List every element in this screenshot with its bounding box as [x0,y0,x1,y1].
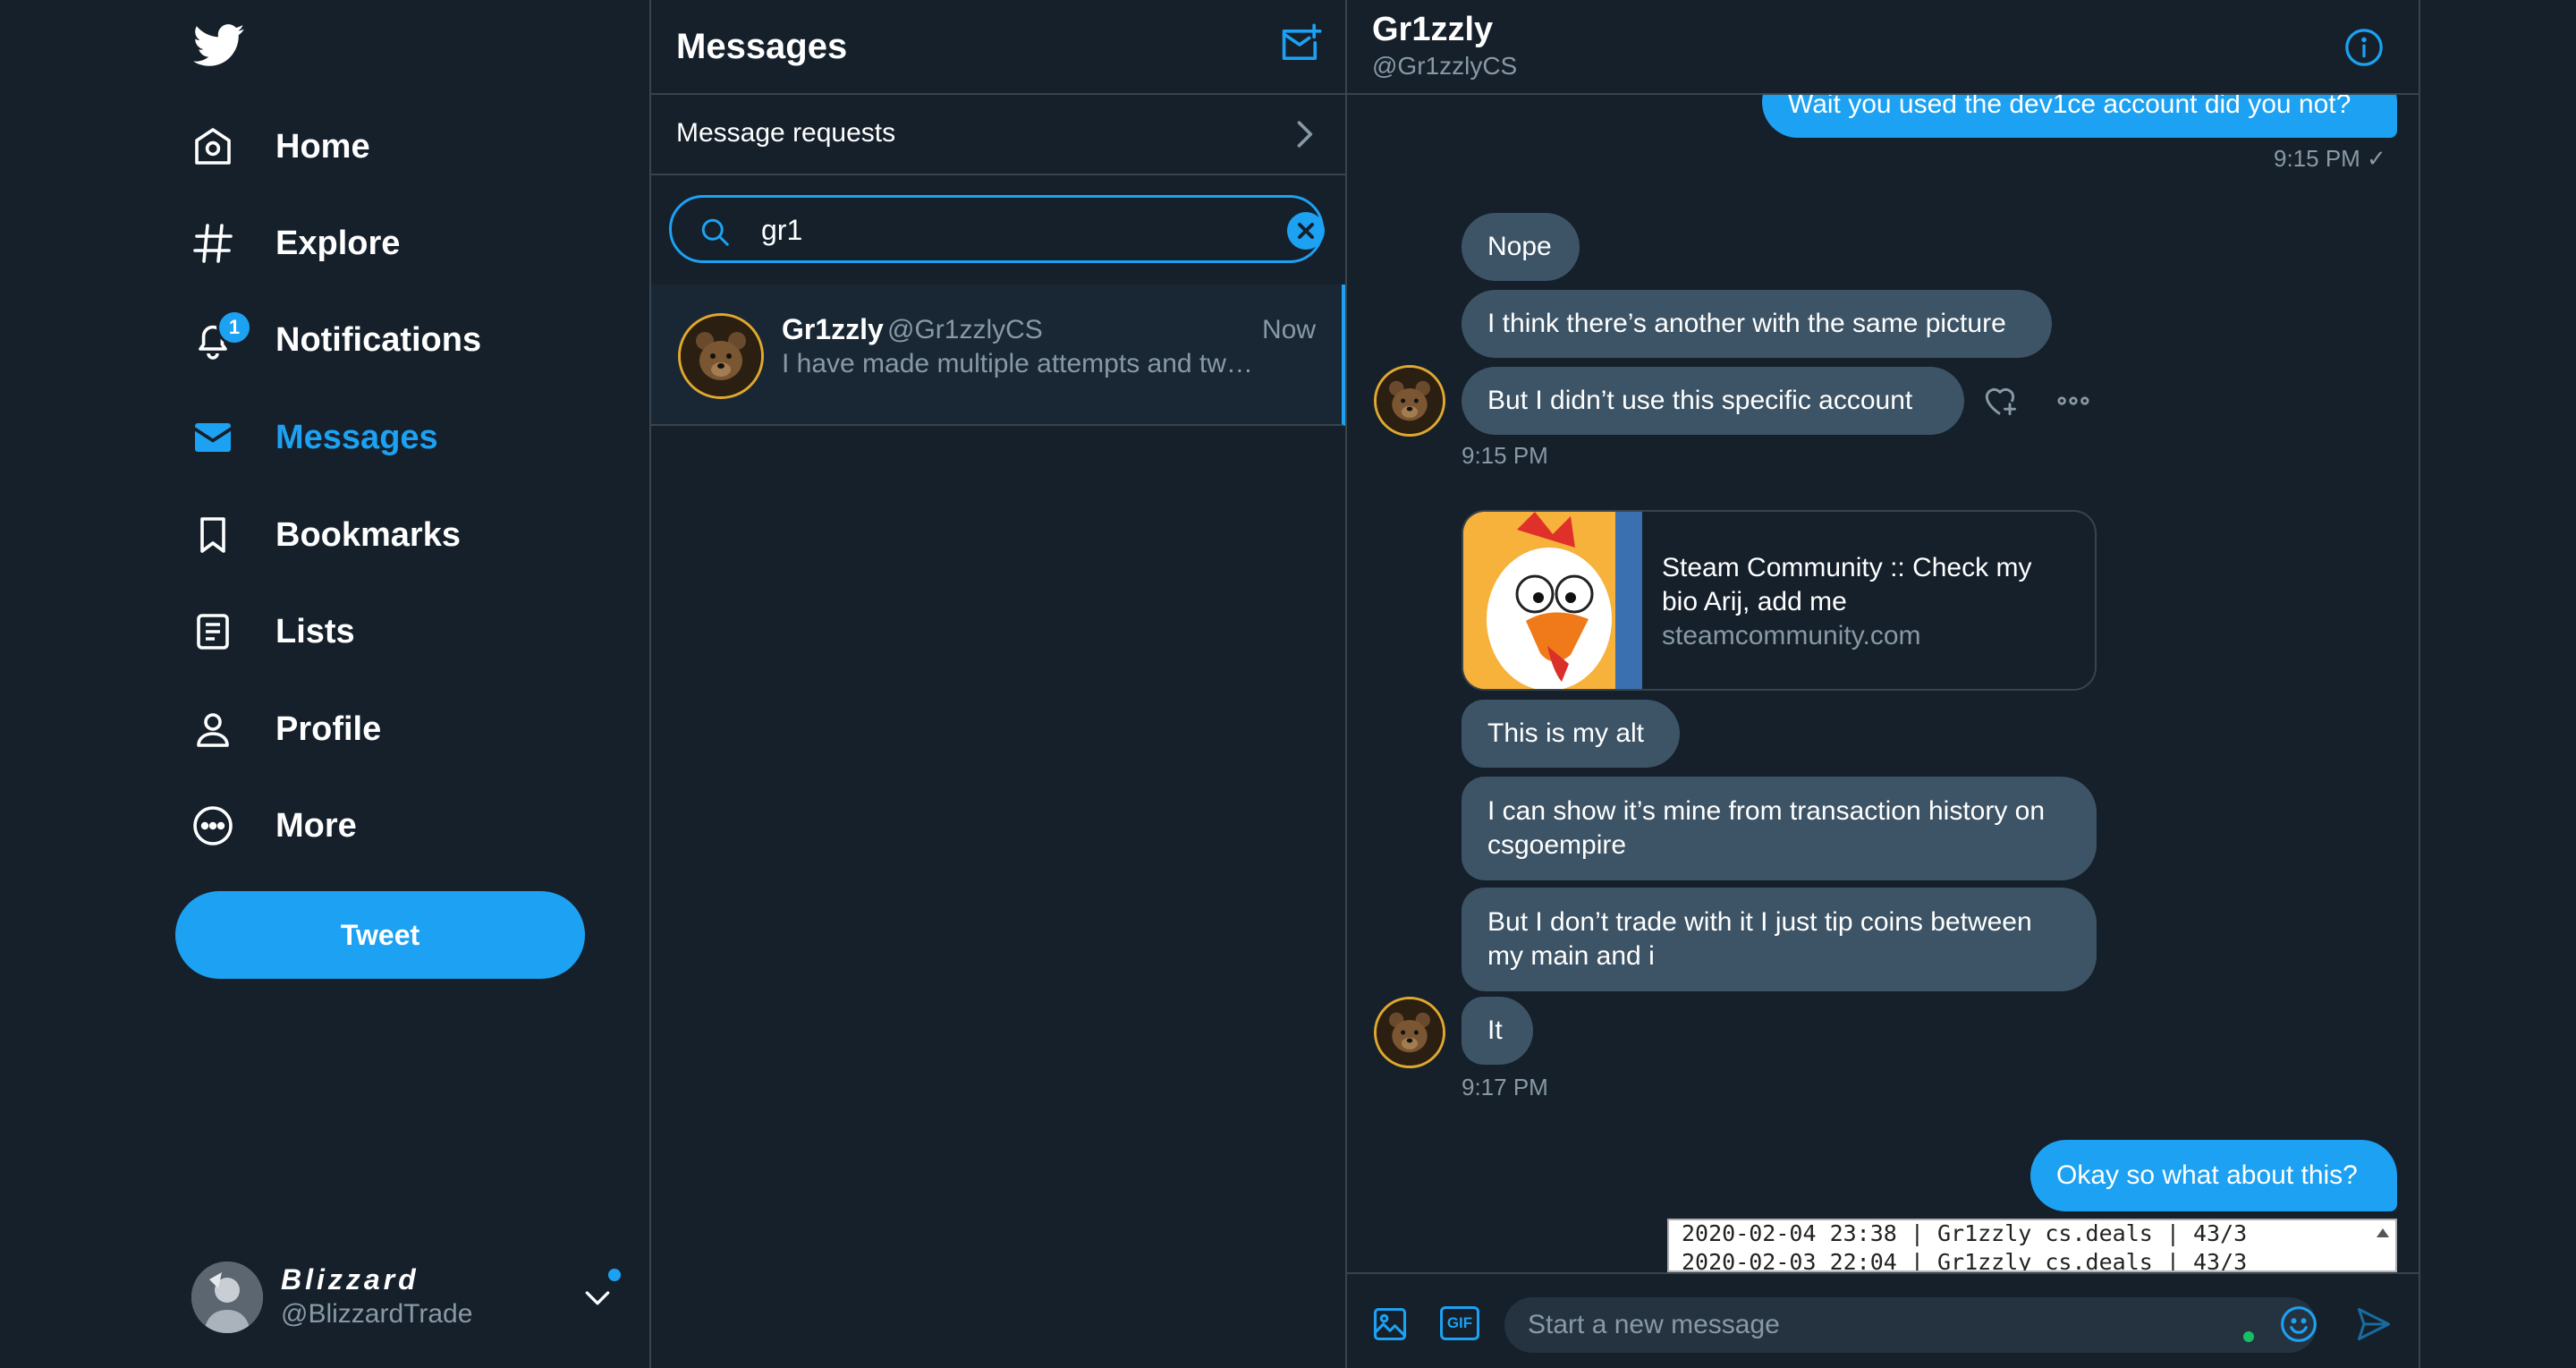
message-input[interactable]: Start a new message [1504,1297,2317,1353]
conversation-handle: @Gr1zzlyCS [887,315,1043,344]
search-input[interactable]: gr1 [669,195,1325,263]
nav-label-more: More [275,806,357,845]
nav-item-messages[interactable]: Messages [190,402,438,473]
attachment-text-line: 2020-02-03 22:04 | Gr1zzly cs.deals | 43… [1682,1249,2248,1272]
message-timestamp: 9:17 PM [1462,1074,1548,1100]
envelope-icon [190,414,236,461]
hashtag-icon [190,220,236,267]
user-avatar [191,1262,263,1333]
nav-item-home[interactable]: Home [190,111,370,183]
attachment-text-line: 2020-02-04 23:38 | Gr1zzly cs.deals | 43… [1682,1220,2248,1246]
message-composer: GIF Start a new message [1347,1272,2419,1368]
chat-contact-name[interactable]: Gr1zzly [1372,11,1493,49]
tweet-button[interactable]: Tweet [175,891,585,979]
page-title: Messages [676,27,848,66]
chat-panel: Gr1zzly @Gr1zzlyCS Wait you used the dev… [1347,0,2420,1368]
bear-avatar [1374,997,1445,1068]
conversation-preview: I have made multiple attempts and tw… [782,349,1253,378]
nav-label-notifications: Notifications [275,320,482,359]
nav-item-lists[interactable]: Lists [190,596,355,667]
nav-label-profile: Profile [275,709,382,748]
nav-item-more[interactable]: More [190,790,357,862]
emoji-icon[interactable] [2279,1304,2318,1344]
nav-item-bookmarks[interactable]: Bookmarks [190,499,461,571]
list-icon [190,608,236,655]
conversation-time: Now [1262,315,1317,344]
new-message-icon[interactable] [1277,21,1324,68]
chat-contact-handle: @Gr1zzlyCS [1372,52,1518,80]
link-preview-card[interactable]: Steam Community :: Check my bio Arij, ad… [1462,510,2097,691]
clear-search-icon[interactable] [1287,212,1325,250]
message-requests-row[interactable]: Message requests [651,95,1345,175]
conversation-item[interactable]: Gr1zzly @Gr1zzlyCS Now I have made multi… [651,285,1345,426]
message-timestamp: 9:15 PM [1462,442,1548,469]
twitter-logo-icon[interactable] [193,23,245,68]
incoming-message[interactable]: It [1462,997,1533,1065]
send-icon[interactable] [2354,1304,2394,1344]
notification-count-badge: 1 [216,310,252,345]
link-preview-title: Steam Community :: Check my bio Arij, ad… [1662,553,2032,616]
message-input-placeholder: Start a new message [1528,1310,1780,1339]
incoming-message[interactable]: Nope [1462,213,1580,281]
bookmark-icon [190,512,236,558]
incoming-message[interactable]: But I don’t trade with it I just tip coi… [1462,888,2097,991]
chevron-down-icon[interactable] [580,1279,615,1315]
info-icon[interactable] [2343,27,2385,68]
nav-label-explore: Explore [275,224,401,262]
conversation-list-panel: Messages Message requests gr1 Gr1zzly @G… [651,0,1347,1368]
nav-label-messages: Messages [275,418,438,456]
bear-avatar [678,313,764,399]
link-preview-domain: steamcommunity.com [1662,621,1921,650]
bear-avatar [1374,365,1445,437]
account-switcher[interactable]: Blizzard @BlizzardTrade [191,1258,621,1337]
more-options-icon[interactable] [2054,381,2093,421]
messages-header: Messages [651,0,1345,95]
chevron-right-icon [1284,115,1324,154]
nav-label-home: Home [275,127,370,166]
bell-icon: 1 [190,310,252,363]
nav-item-profile[interactable]: Profile [190,693,381,765]
primary-nav: Home Explore 1 Notifications Messages Bo… [0,0,651,1368]
incoming-message[interactable]: I think there’s another with the same pi… [1462,290,2052,358]
search-icon [699,216,731,248]
image-upload-icon[interactable] [1370,1304,1410,1344]
incoming-message[interactable]: This is my alt [1462,700,1680,768]
nav-item-notifications[interactable]: 1 Notifications [190,304,481,376]
nav-label-bookmarks: Bookmarks [275,515,461,554]
gif-button[interactable]: GIF [1440,1306,1479,1340]
scroll-up-arrow-icon [2374,1226,2392,1240]
status-dot [2243,1331,2254,1342]
person-icon [190,706,236,752]
account-handle: @BlizzardTrade [281,1299,473,1329]
image-attachment[interactable]: 2020-02-04 23:38 | Gr1zzly cs.deals | 43… [1667,1219,2397,1272]
chat-header: Gr1zzly @Gr1zzlyCS [1347,0,2419,95]
nav-item-explore[interactable]: Explore [190,208,400,279]
outgoing-message[interactable]: Okay so what about this? [2030,1140,2397,1211]
search-value: gr1 [761,214,803,246]
conversation-name: Gr1zzly [782,313,884,345]
right-gutter [2420,0,2576,1368]
home-icon [190,123,236,170]
message-requests-label: Message requests [676,118,896,148]
link-preview-thumbnail [1463,512,1642,689]
like-heart-icon[interactable] [1980,381,2020,421]
incoming-message[interactable]: But I didn’t use this specific account [1462,367,1964,435]
more-circle-icon [190,803,236,849]
message-timestamp: 9:15 PM ✓ [2274,145,2386,172]
incoming-message[interactable]: I can show it’s mine from transaction hi… [1462,777,2097,880]
account-name: Blizzard [281,1263,419,1296]
nav-label-lists: Lists [275,612,355,650]
